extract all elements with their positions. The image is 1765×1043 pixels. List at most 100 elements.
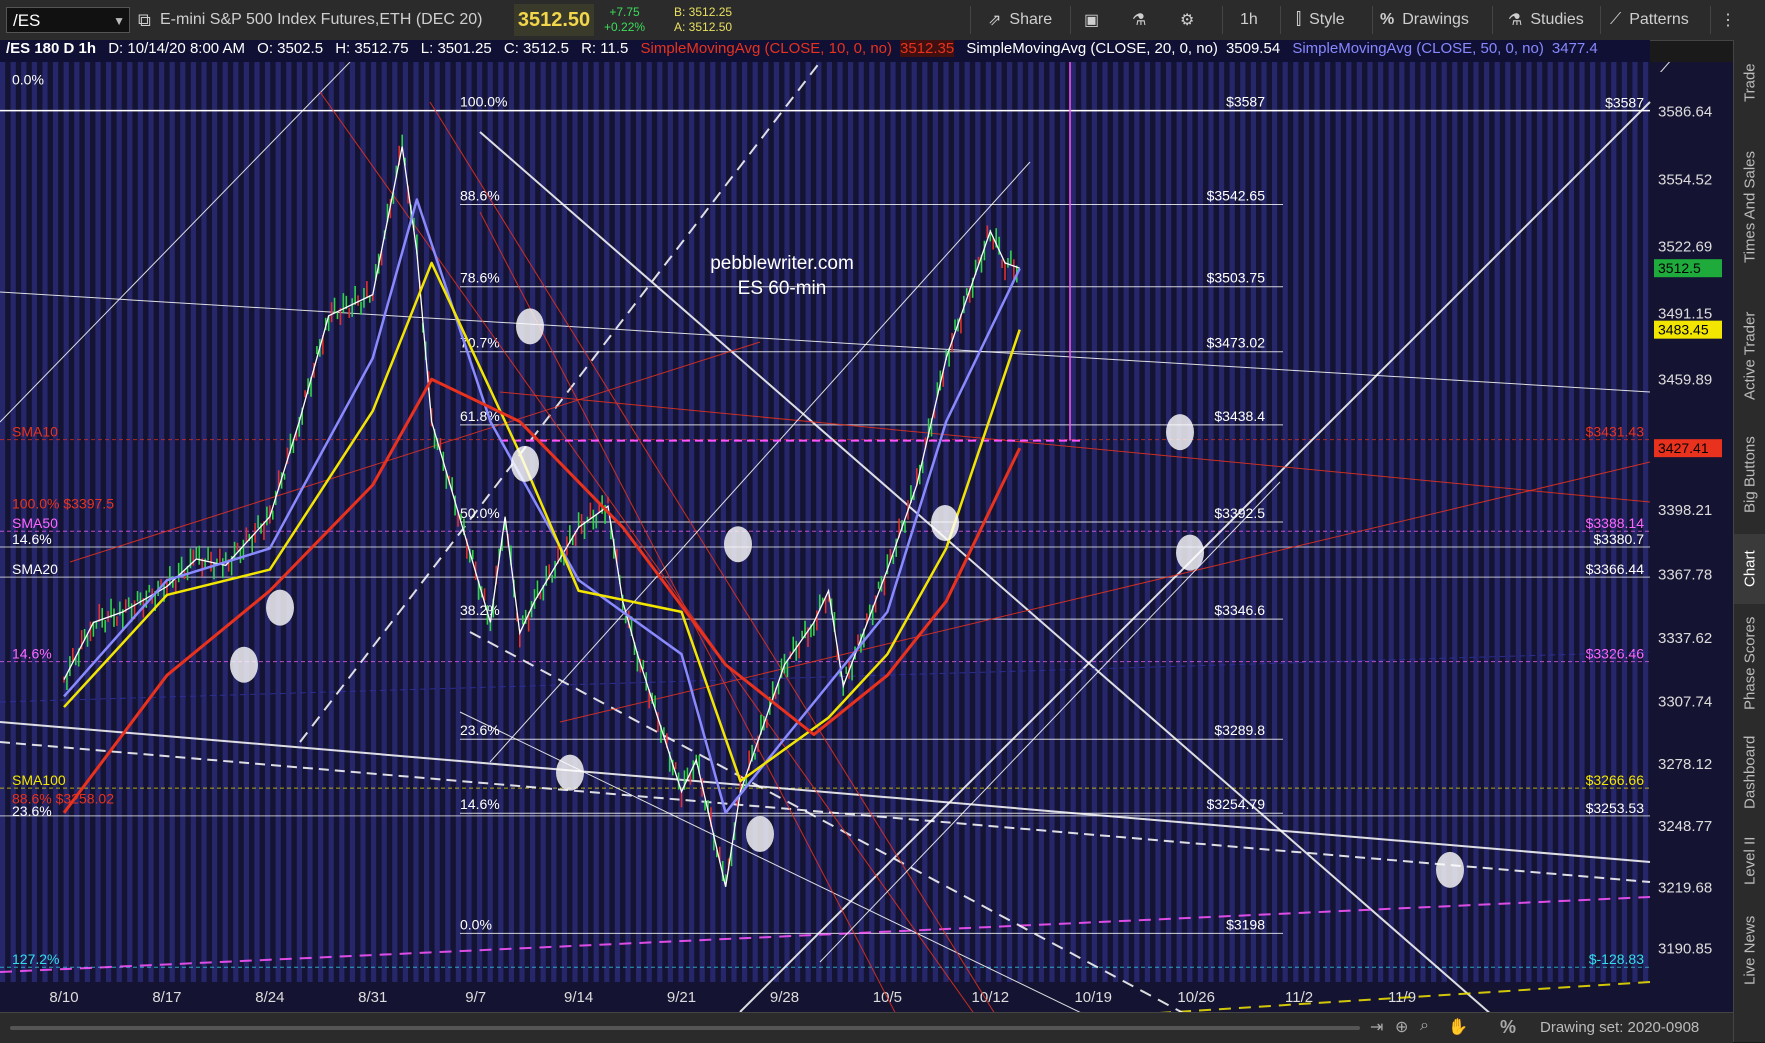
drawings-button[interactable]: % Drawings xyxy=(1380,0,1469,40)
y-tick-label: 3522.69 xyxy=(1658,239,1712,256)
side-tab-times-and-sales[interactable]: Times And Sales xyxy=(1734,122,1765,292)
layout-icon[interactable]: ▣ xyxy=(1084,0,1099,40)
drawing-tool-icon: ⟋ xyxy=(1660,62,1674,77)
time-band xyxy=(169,62,175,982)
header-symbol: /ES 180 D 1h xyxy=(6,40,97,57)
x-tick-label: 9/28 xyxy=(770,989,799,1006)
style-button[interactable]: ⫿ Style xyxy=(1296,0,1345,40)
fib-price-label: $3289.8 xyxy=(1214,722,1265,738)
time-band xyxy=(1462,62,1468,982)
time-band xyxy=(1568,62,1574,982)
x-tick-label: 9/21 xyxy=(667,989,696,1006)
right-level-label: $3266.66 xyxy=(1586,772,1645,788)
time-band xyxy=(307,62,313,982)
share-label: Share xyxy=(1009,11,1053,28)
sma10-value: 3512.35 xyxy=(900,40,955,57)
side-tab-big-buttons[interactable]: Big Buttons xyxy=(1734,420,1765,530)
drag-icon[interactable]: ✋ xyxy=(1448,1017,1468,1037)
sma10-label: SimpleMovingAvg (CLOSE, 10, 0, no) xyxy=(640,40,893,57)
change-value: +7.75 xyxy=(609,5,640,19)
patterns-icon: ⟋ xyxy=(1610,11,1622,28)
time-band xyxy=(148,62,154,982)
time-band xyxy=(63,62,69,982)
scroll-end-icon[interactable]: ⇥ xyxy=(1370,1017,1383,1037)
x-tick-label: 9/14 xyxy=(564,989,593,1006)
header-date: D: 10/14/20 8:00 AM xyxy=(108,40,245,57)
header-open: O: 3502.5 xyxy=(257,40,324,57)
gear-icon[interactable]: ⚙ xyxy=(1180,0,1194,40)
time-band xyxy=(1515,62,1521,982)
side-tab-live-news[interactable]: Live News xyxy=(1734,900,1765,1000)
time-band xyxy=(1537,62,1543,982)
time-band xyxy=(275,62,281,982)
time-band xyxy=(381,62,387,982)
time-band xyxy=(445,62,451,982)
side-tab-level-ii[interactable]: Level II xyxy=(1734,826,1765,896)
side-tab-chart[interactable]: Chart xyxy=(1734,534,1765,604)
bid-value: B: 3512.25 xyxy=(674,5,733,19)
y-tick-label: 3278.12 xyxy=(1658,756,1712,773)
left-level-label: 127.2% xyxy=(12,951,59,967)
y-tick-label: 3491.15 xyxy=(1658,305,1712,322)
fib-price-label: $3198 xyxy=(1226,916,1265,932)
left-level-label: 0.0% xyxy=(12,71,44,87)
ellipse-marker xyxy=(746,815,774,852)
x-tick-label: 9/7 xyxy=(465,989,486,1006)
symbol-input[interactable]: /ES ▼ xyxy=(6,7,130,33)
time-band xyxy=(349,62,355,982)
x-tick-label: 10/19 xyxy=(1074,989,1112,1006)
pan-icon[interactable]: ⊕ xyxy=(1395,1017,1408,1037)
fib-percent-label: 78.6% xyxy=(460,270,500,286)
right-level-label: $-128.83 xyxy=(1589,951,1644,967)
patterns-button[interactable]: ⟋ Patterns xyxy=(1610,0,1689,40)
side-tab-active-trader[interactable]: Active Trader xyxy=(1734,296,1765,416)
sma50-label: SimpleMovingAvg (CLOSE, 50, 0, no) xyxy=(1292,40,1544,57)
time-band xyxy=(1282,62,1288,982)
horizontal-scrollbar[interactable] xyxy=(10,1026,1360,1030)
timeframe-button[interactable]: 1h xyxy=(1240,0,1258,40)
time-band xyxy=(74,62,80,982)
header-close: C: 3512.5 xyxy=(503,40,569,57)
change-box: +7.75 +0.22% xyxy=(604,0,645,40)
time-band xyxy=(1314,62,1320,982)
time-band xyxy=(1367,62,1373,982)
zoom-icon[interactable]: ⌕ xyxy=(1420,1017,1429,1035)
time-band xyxy=(159,62,165,982)
right-level-label: $3380.7 xyxy=(1593,531,1644,547)
y-tick-label: 3337.62 xyxy=(1658,630,1712,647)
flask-icon[interactable]: ⚗ xyxy=(1132,0,1146,40)
x-tick-label: 8/31 xyxy=(358,989,387,1006)
more-icon[interactable]: ⋮ xyxy=(1720,0,1736,40)
ellipse-marker xyxy=(556,754,584,791)
time-band xyxy=(1558,62,1564,982)
left-level-label: SMA10 xyxy=(12,424,58,440)
fib-price-label: $3503.75 xyxy=(1207,270,1266,286)
time-band xyxy=(1346,62,1352,982)
ellipse-marker xyxy=(516,308,544,345)
time-band xyxy=(1579,62,1585,982)
candle-icon: ⫿ xyxy=(1296,11,1302,28)
time-band xyxy=(116,62,122,982)
chevron-down-icon[interactable]: ▼ xyxy=(113,8,125,34)
link-icon[interactable]: ⧉ xyxy=(138,0,151,40)
y-tick-label: 3367.78 xyxy=(1658,566,1712,583)
time-band xyxy=(1452,62,1458,982)
fib-price-label: $3473.02 xyxy=(1207,335,1266,351)
studies-button[interactable]: ⚗ Studies xyxy=(1508,0,1584,40)
fib-percent-label: 14.6% xyxy=(460,796,500,812)
time-band xyxy=(233,62,239,982)
side-tab-phase-scores[interactable]: Phase Scores xyxy=(1734,608,1765,718)
left-level-label: 14.6% xyxy=(12,646,52,662)
percent-icon[interactable]: % xyxy=(1500,1017,1516,1038)
side-tab-trade[interactable]: Trade xyxy=(1734,48,1765,118)
time-band xyxy=(1505,62,1511,982)
y-tick-label: 3554.52 xyxy=(1658,171,1712,188)
ellipse-marker xyxy=(1436,851,1464,888)
time-band xyxy=(95,62,101,982)
side-tab-dashboard[interactable]: Dashboard xyxy=(1734,722,1765,822)
price-chart[interactable]: 3586.64 3554.52 3522.69 3491.15 3459.89 3398.… xyxy=(0,62,1733,1012)
left-level-label: 100.0% $3397.5 xyxy=(12,495,114,511)
y-tick-label: 3398.21 xyxy=(1658,502,1712,519)
drawing-set-label: Drawing set: 2020-0908 xyxy=(1540,1019,1700,1036)
share-button[interactable]: ⇗ Share xyxy=(988,0,1052,40)
